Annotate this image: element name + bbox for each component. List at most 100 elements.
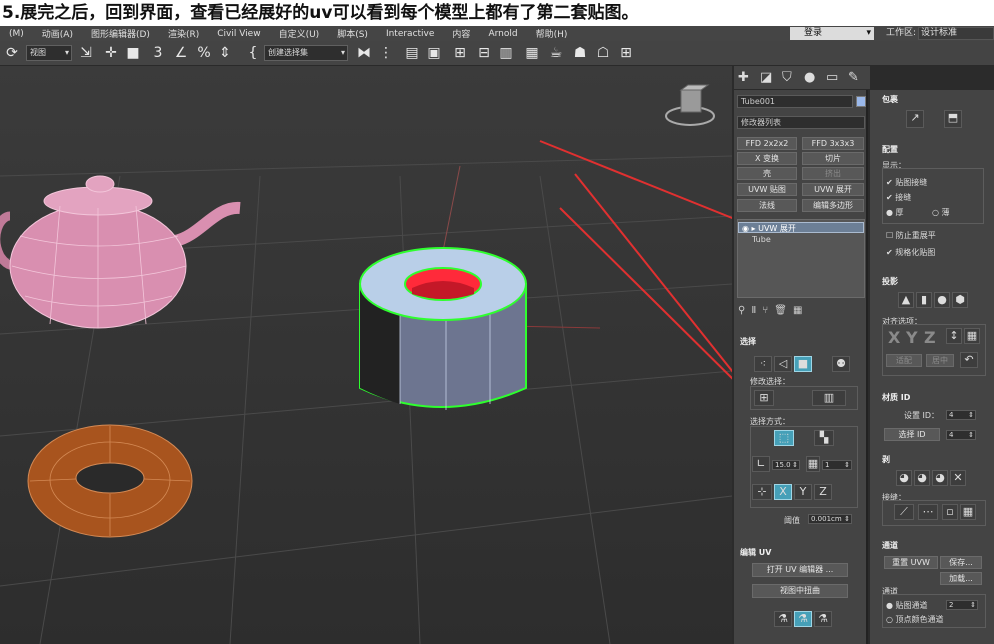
menu-item-civil-view[interactable]: Civil View (208, 29, 269, 39)
prevent-reflatten-checkbox[interactable]: ☐ 防止重展平 (886, 230, 936, 241)
uvw-map-button[interactable]: UVW 贴图 (737, 183, 797, 196)
select-x-icon[interactable]: X (774, 484, 792, 500)
wrap-title[interactable]: 包裹 (882, 94, 898, 105)
angle-select-icon[interactable]: ∟ (752, 456, 770, 472)
menu-item-arnold[interactable]: Arnold (479, 29, 526, 39)
align-y-icon[interactable]: Y (906, 328, 918, 347)
render-grid-icon[interactable]: ⊞ (618, 45, 634, 62)
projection-title[interactable]: 投影 (882, 276, 898, 287)
edge-mode-icon[interactable]: ◁ (774, 356, 792, 372)
menu-item-rendering[interactable]: 渲染(R) (159, 27, 208, 40)
unfold-strip-icon[interactable]: ⬒ (944, 110, 962, 128)
select-overlap-icon[interactable]: ⊹ (752, 484, 772, 500)
channel-title[interactable]: 通道 (882, 540, 898, 551)
mirror-icon[interactable]: ⧓ (356, 45, 372, 62)
configure-sets-icon[interactable]: ▦ (793, 305, 808, 316)
seam-grid-icon[interactable]: ▦ (960, 504, 976, 520)
move-icon[interactable]: ✛ (103, 45, 119, 62)
curve-editor-icon[interactable]: ⊞ (452, 45, 468, 62)
select-by-polygon-icon[interactable]: ⬚ (774, 430, 794, 446)
peel-reset-icon[interactable]: ◕ (932, 470, 948, 486)
ffd-222-button[interactable]: FFD 2x2x2 (737, 137, 797, 150)
threshold-spinner[interactable]: 0.001cm (808, 514, 852, 524)
select-by-element-icon[interactable]: ⚉ (832, 356, 850, 372)
shell-button[interactable]: 壳 (737, 167, 797, 180)
ffd-333-button[interactable]: FFD 3x3x3 (802, 137, 864, 150)
pin-stack-icon[interactable]: ⚲ (738, 305, 751, 316)
normal-button[interactable]: 法线 (737, 199, 797, 212)
link-icon[interactable]: ⟳ (4, 45, 20, 62)
view-dropdown[interactable]: 视图 (26, 45, 72, 61)
select-id-spinner[interactable]: 4 (946, 430, 976, 440)
x-form-button[interactable]: X 变换 (737, 152, 797, 165)
open-uv-editor-button[interactable]: 打开 UV 编辑器 ... (752, 563, 848, 577)
relax-icon[interactable]: ⚗ (814, 611, 832, 627)
polygon-mode-icon[interactable]: ■ (794, 356, 812, 372)
menu-item-customize[interactable]: 自定义(U) (270, 27, 329, 40)
menu-item-scripting[interactable]: 脚本(S) (328, 27, 377, 40)
edit-poly-button[interactable]: 编辑多边形 (802, 199, 864, 212)
torus-object[interactable] (27, 424, 193, 538)
map-channel-spinner[interactable]: 2 (946, 600, 978, 610)
align-z-icon[interactable]: Z (924, 328, 936, 347)
ring-loop-icon[interactable]: ▥ (812, 390, 846, 406)
schematic-view-icon[interactable]: ⊟ (476, 45, 492, 62)
map-channel-radio[interactable]: ● 贴图通道 (886, 600, 928, 611)
display-tab-icon[interactable]: ▭ (826, 70, 838, 85)
menu-item-0[interactable]: (M) (0, 29, 33, 39)
percent-snap-icon[interactable]: % (196, 45, 212, 62)
edge-seam-icon[interactable]: ⟋ (894, 504, 914, 520)
workspace-dropdown[interactable]: 设计标准 (918, 27, 994, 40)
quick-peel-icon[interactable]: ◕ (896, 470, 912, 486)
named-selection-icon[interactable]: { (245, 45, 261, 62)
render-icon[interactable]: ☗ (572, 45, 588, 62)
render-setup-icon[interactable]: ▦ (524, 45, 540, 62)
modify-tab-icon[interactable]: ◪ (760, 70, 772, 85)
scale-icon[interactable]: ■ (125, 45, 141, 62)
planar-select-icon[interactable]: ▦ (806, 456, 820, 472)
expand-seam-icon[interactable]: ▫ (942, 504, 958, 520)
selection-set-dropdown[interactable]: 创建选择集 (264, 45, 348, 61)
save-button[interactable]: 保存... (940, 556, 982, 569)
select-y-icon[interactable]: Y (794, 484, 812, 500)
point-seam-icon[interactable]: ⋯ (918, 504, 938, 520)
vertex-color-radio[interactable]: ○ 顶点颜色通道 (886, 614, 944, 625)
tweak-active-icon[interactable]: ⚗ (794, 611, 812, 627)
layer-explorer-icon[interactable]: ▣ (426, 45, 442, 62)
config-title[interactable]: 配置 (882, 144, 898, 155)
align-view-icon[interactable]: ▦ (964, 328, 980, 344)
peel-title[interactable]: 剥 (882, 454, 890, 465)
scene-explorer-icon[interactable]: ▤ (404, 45, 420, 62)
spherical-map-icon[interactable]: ● (934, 292, 950, 308)
cylindrical-map-icon[interactable]: ▮ (916, 292, 932, 308)
spline-map-icon[interactable]: ↗ (906, 110, 924, 128)
hierarchy-tab-icon[interactable]: ⛉ (782, 70, 792, 85)
snap-3d-icon[interactable]: 3 (150, 45, 166, 62)
render-frame-icon[interactable]: ☕ (548, 45, 564, 62)
thick-radio[interactable]: ● 厚 (886, 207, 904, 218)
planar-angle-icon[interactable]: ▚ (814, 430, 834, 446)
map-seams-checkbox[interactable]: ✔ 贴图接缝 (886, 177, 927, 188)
show-end-result-icon[interactable]: Ⅱ (751, 305, 762, 316)
teapot-object[interactable] (0, 175, 241, 329)
material-id-title[interactable]: 材质 ID (882, 392, 910, 403)
grow-selection-icon[interactable]: ⊞ (754, 390, 774, 406)
eye-icon[interactable]: ◉ ▸ (742, 224, 758, 233)
align-icon[interactable]: ⋮ (378, 45, 394, 62)
planar-spinner[interactable]: 1 (822, 460, 852, 470)
center-view-button[interactable]: 视图中扭曲 (752, 584, 848, 598)
sign-in-dropdown[interactable]: 登录 (790, 27, 874, 40)
pin-icon[interactable]: ✕ (950, 470, 966, 486)
stack-item-tube[interactable]: Tube (738, 234, 864, 245)
modifier-list-dropdown[interactable]: 修改器列表 (737, 116, 865, 129)
material-editor-icon[interactable]: ▥ (498, 45, 514, 62)
extrude-button[interactable]: 挤出 (802, 167, 864, 180)
spinner-snap-icon[interactable]: ⇕ (217, 45, 233, 62)
selection-title[interactable]: 选择 (740, 336, 756, 347)
menu-item-interactive[interactable]: Interactive (377, 29, 443, 39)
peel-mode-icon[interactable]: ◕ (914, 470, 930, 486)
slice-button[interactable]: 切片 (802, 152, 864, 165)
select-z-icon[interactable]: Z (814, 484, 832, 500)
angle-spinner[interactable]: 15.0 (772, 460, 800, 470)
menu-item-graph-editors[interactable]: 图形编辑器(D) (82, 27, 159, 40)
